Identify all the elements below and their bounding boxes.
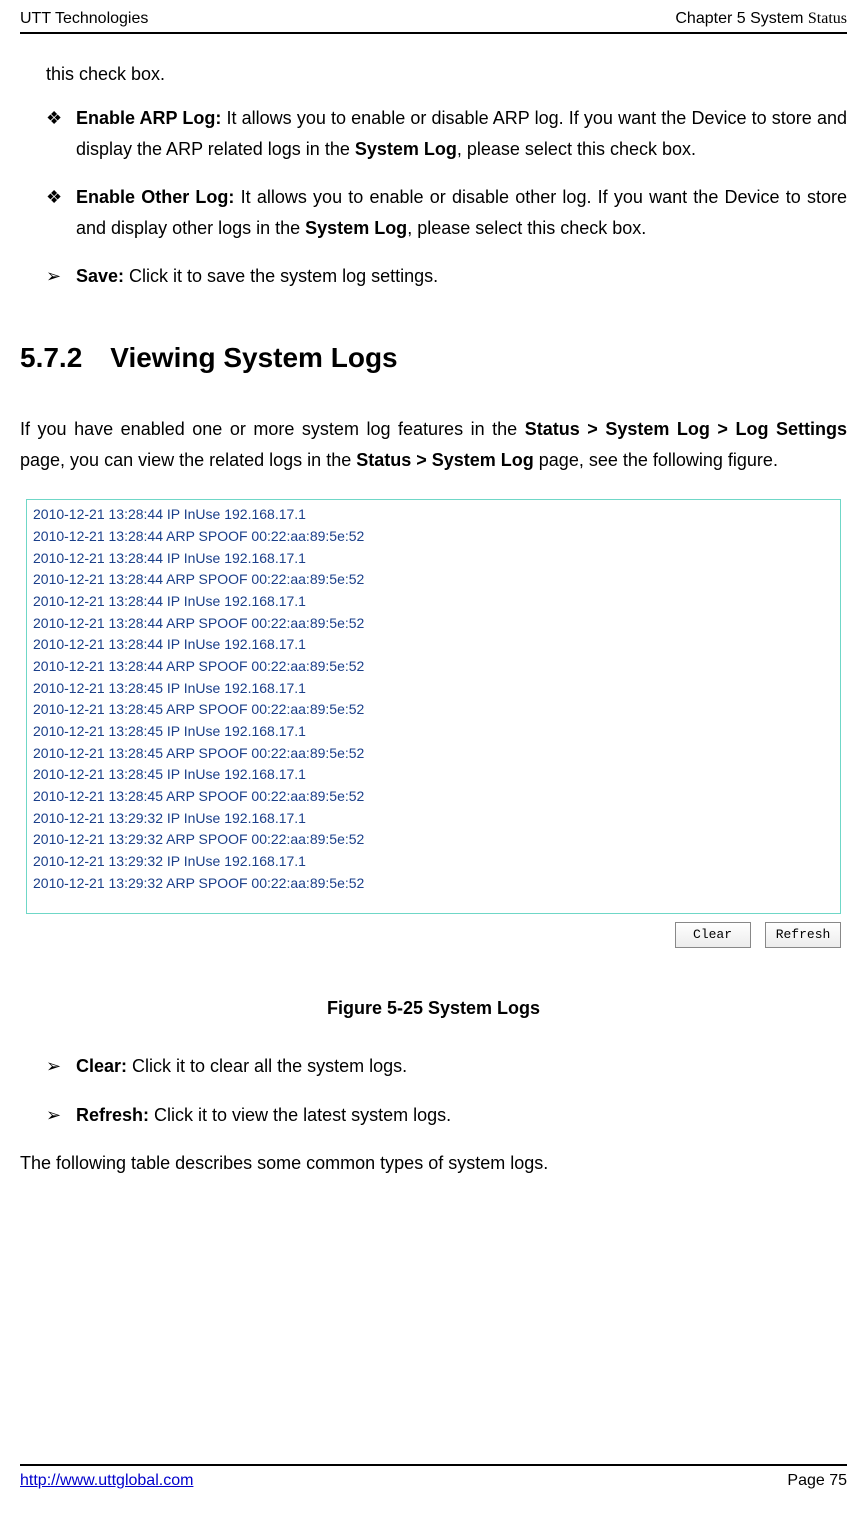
log-line: 2010-12-21 13:28:45 ARP SPOOF 00:22:aa:8… — [33, 786, 834, 808]
bullet-enable-arp: ❖ Enable ARP Log: It allows you to enabl… — [46, 103, 847, 164]
header-chapter: Chapter 5 System — [675, 10, 808, 27]
page-header: UTT Technologies Chapter 5 System Status — [20, 10, 847, 34]
bullet-enable-other: ❖ Enable Other Log: It allows you to ena… — [46, 182, 847, 243]
bullet-save: ➢ Save: Click it to save the system log … — [46, 261, 847, 292]
log-line: 2010-12-21 13:28:44 ARP SPOOF 00:22:aa:8… — [33, 526, 834, 548]
intro-paragraph: If you have enabled one or more system l… — [20, 414, 847, 475]
label-bold: Enable Other Log: — [76, 187, 241, 207]
log-line: 2010-12-21 13:28:44 ARP SPOOF 00:22:aa:8… — [33, 656, 834, 678]
log-line: 2010-12-21 13:28:44 ARP SPOOF 00:22:aa:8… — [33, 569, 834, 591]
text-b: , please select this check box. — [457, 139, 696, 159]
diamond-bullet-icon: ❖ — [46, 103, 76, 164]
figure-caption: Figure 5-25 System Logs — [20, 998, 847, 1019]
page-number: Page 75 — [787, 1472, 847, 1490]
label-bold: Save: — [76, 266, 129, 286]
log-line: 2010-12-21 13:28:45 ARP SPOOF 00:22:aa:8… — [33, 743, 834, 765]
text-b: , please select this check box. — [407, 218, 646, 238]
section-heading: 5.7.2 Viewing System Logs — [20, 342, 847, 374]
log-line: 2010-12-21 13:28:44 IP InUse 192.168.17.… — [33, 634, 834, 656]
label-bold: Clear: — [76, 1056, 132, 1076]
log-line: 2010-12-21 13:28:45 ARP SPOOF 00:22:aa:8… — [33, 699, 834, 721]
log-line: 2010-12-21 13:28:44 IP InUse 192.168.17.… — [33, 548, 834, 570]
page-footer: http://www.uttglobal.com Page 75 — [20, 1464, 847, 1490]
log-line: 2010-12-21 13:29:32 IP InUse 192.168.17.… — [33, 808, 834, 830]
arrow-bullet-icon: ➢ — [46, 1051, 76, 1082]
text: Click it to clear all the system logs. — [132, 1056, 407, 1076]
header-status: Status — [808, 10, 847, 27]
label-bold2: System Log — [355, 139, 457, 159]
log-line: 2010-12-21 13:29:32 ARP SPOOF 00:22:aa:8… — [33, 829, 834, 851]
content: this check box. ❖ Enable ARP Log: It all… — [20, 34, 847, 1179]
bullet-body: Save: Click it to save the system log se… — [76, 261, 847, 292]
log-line: 2010-12-21 13:28:45 IP InUse 192.168.17.… — [33, 678, 834, 700]
refresh-button[interactable]: Refresh — [765, 922, 841, 948]
bullet-body: Refresh: Click it to view the latest sys… — [76, 1100, 847, 1131]
label-bold: Refresh: — [76, 1105, 154, 1125]
header-left: UTT Technologies — [20, 10, 148, 28]
log-line: 2010-12-21 13:28:44 IP InUse 192.168.17.… — [33, 504, 834, 526]
page: UTT Technologies Chapter 5 System Status… — [0, 0, 867, 1500]
log-line: 2010-12-21 13:29:32 ARP SPOOF 00:22:aa:8… — [33, 873, 834, 895]
log-line: 2010-12-21 13:29:32 IP InUse 192.168.17.… — [33, 851, 834, 873]
log-line: 2010-12-21 13:28:45 IP InUse 192.168.17.… — [33, 764, 834, 786]
p-c: page, you can view the related logs in t… — [20, 450, 356, 470]
p-d: Status > System Log — [356, 450, 534, 470]
p-e: page, see the following figure. — [534, 450, 778, 470]
bullet-body: Enable Other Log: It allows you to enabl… — [76, 182, 847, 243]
p-a: If you have enabled one or more system l… — [20, 419, 525, 439]
trailing-paragraph: The following table describes some commo… — [20, 1148, 847, 1179]
log-line: 2010-12-21 13:28:45 IP InUse 192.168.17.… — [33, 721, 834, 743]
bullet-body: Clear: Click it to clear all the system … — [76, 1051, 847, 1082]
arrow-bullet-icon: ➢ — [46, 261, 76, 292]
label-bold2: System Log — [305, 218, 407, 238]
footer-link[interactable]: http://www.uttglobal.com — [20, 1472, 193, 1490]
system-log-textarea[interactable]: 2010-12-21 13:28:44 IP InUse 192.168.17.… — [26, 499, 841, 914]
diamond-bullet-icon: ❖ — [46, 182, 76, 243]
arrow-bullet-icon: ➢ — [46, 1100, 76, 1131]
lead-fragment: this check box. — [46, 64, 847, 85]
text-a: Click it to save the system log settings… — [129, 266, 438, 286]
p-b: Status > System Log > Log Settings — [525, 419, 847, 439]
bullet-clear: ➢ Clear: Click it to clear all the syste… — [46, 1051, 847, 1082]
clear-button[interactable]: Clear — [675, 922, 751, 948]
text: Click it to view the latest system logs. — [154, 1105, 451, 1125]
header-right: Chapter 5 System Status — [675, 10, 847, 28]
log-line: 2010-12-21 13:28:44 IP InUse 192.168.17.… — [33, 591, 834, 613]
bullet-body: Enable ARP Log: It allows you to enable … — [76, 103, 847, 164]
label-bold: Enable ARP Log: — [76, 108, 226, 128]
button-row: Clear Refresh — [26, 922, 841, 948]
log-line: 2010-12-21 13:28:44 ARP SPOOF 00:22:aa:8… — [33, 613, 834, 635]
bullet-refresh: ➢ Refresh: Click it to view the latest s… — [46, 1100, 847, 1131]
